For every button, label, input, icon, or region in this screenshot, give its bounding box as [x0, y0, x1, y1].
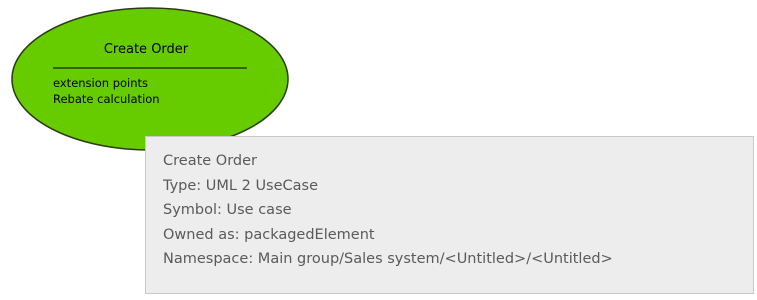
tooltip-owned-as: Owned as: packagedElement: [163, 226, 375, 243]
usecase-extension-points: extension points Rebate calculation: [53, 75, 160, 107]
tooltip-namespace: Namespace: Main group/Sales system/<Unti…: [163, 251, 613, 267]
extension-points-heading: extension points: [53, 76, 149, 90]
extension-point-item: Rebate calculation: [53, 92, 160, 106]
usecase-name: Create Order: [103, 42, 189, 57]
tooltip-symbol: Symbol: Use case: [163, 202, 292, 218]
create-order-usecase-shape[interactable]: Create Order extension points Rebate cal…: [11, 6, 291, 152]
diagram-canvas[interactable]: Create Order extension points Rebate cal…: [0, 0, 757, 300]
tooltip-element-name: Create Order: [163, 153, 257, 169]
tooltip-type: Type: UML 2 UseCase: [163, 177, 319, 194]
element-tooltip: Create Order Type: UML 2 UseCase Symbol:…: [145, 136, 754, 294]
